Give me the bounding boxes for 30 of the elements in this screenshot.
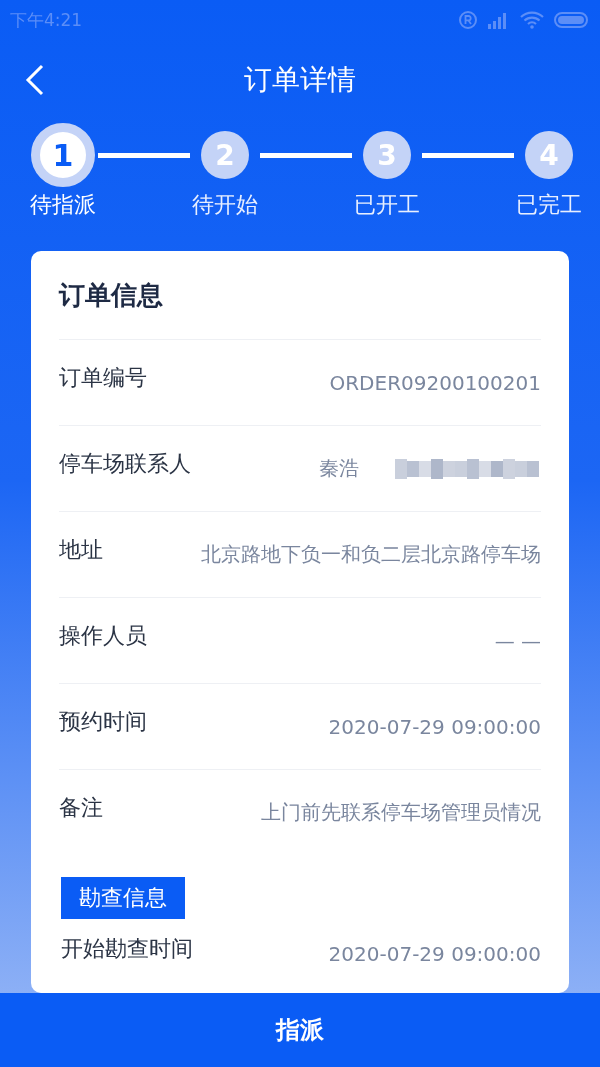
field-value: 秦浩: [319, 455, 359, 482]
step-label: 已开工: [353, 191, 421, 219]
field-value: — —: [494, 628, 541, 653]
wifi-icon: [520, 11, 544, 29]
section-tag: 勘查信息: [61, 877, 185, 919]
field-value: 2020-07-29 09:00:00: [328, 942, 541, 966]
field-label: 停车场联系人: [59, 449, 191, 478]
step-number: 3: [363, 131, 411, 179]
step-number: 4: [525, 131, 573, 179]
status-time: 下午4:21: [10, 8, 83, 32]
field-label: 备注: [59, 793, 103, 822]
section-title: 订单信息: [59, 251, 541, 340]
field-value: 上门前先联系停车场管理员情况: [261, 799, 541, 826]
field-label: 预约时间: [59, 707, 147, 736]
field-value: 2020-07-29 09:00:00: [328, 714, 541, 739]
step-label: 已完工: [515, 191, 583, 219]
step-label: 待开始: [191, 191, 259, 219]
field-label: 操作人员: [59, 621, 147, 650]
field-value: 北京路地下负一和负二层北京路停车场: [201, 541, 541, 568]
step-label: 待指派: [29, 191, 97, 219]
field-label: 地址: [59, 535, 103, 564]
assign-button[interactable]: 指派: [270, 1013, 330, 1047]
field-label: 开始勘查时间: [61, 935, 193, 963]
field-value: ORDER09200100201: [329, 370, 541, 395]
step-number: 1: [31, 123, 95, 187]
page-title: 订单详情: [244, 62, 356, 98]
step-number: 2: [201, 131, 249, 179]
registered-icon: [458, 10, 478, 30]
field-label: 订单编号: [59, 363, 147, 392]
battery-icon: [554, 11, 590, 29]
